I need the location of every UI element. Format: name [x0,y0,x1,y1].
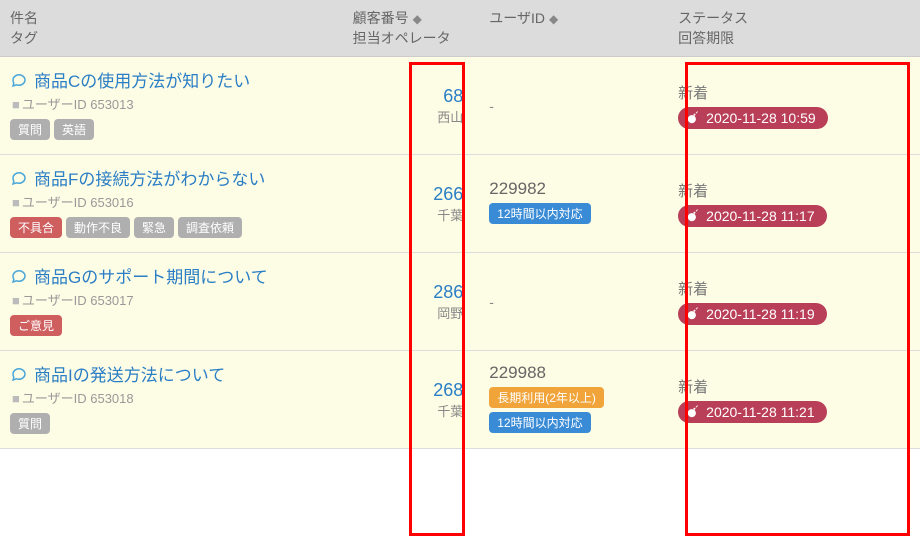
table-row[interactable]: 商品Iの発送方法について ■ユーザーID 653018 質問 268千葉 229988 長… [0,351,920,449]
header-title[interactable]: 件名 タグ [0,0,343,57]
user-id-empty: - [489,294,658,310]
tag[interactable]: 緊急 [134,217,174,238]
deadline-badge: 2020-11-28 11:21 [678,401,826,423]
customer-number[interactable]: 286 [353,282,464,303]
comment-icon [10,169,28,187]
comment-icon [10,71,28,89]
cell-title: 商品Iの発送方法について ■ユーザーID 653018 質問 [0,351,343,449]
bomb-icon [686,405,700,419]
comment-icon [10,365,28,383]
deadline-badge: 2020-11-28 11:19 [678,303,826,325]
cell-title: 商品Cの使用方法が知りたい ■ユーザーID 653013 質問英語 [0,57,343,155]
tag[interactable]: 質問 [10,413,50,434]
user-tag[interactable]: 長期利用(2年以上) [489,387,604,408]
user-tag[interactable]: 12時間以内対応 [489,203,590,224]
cell-customer: 268千葉 [343,351,480,449]
operator-name: 千葉 [353,205,464,224]
bomb-icon [686,209,700,223]
user-id-empty: - [489,98,658,114]
deadline-text: 2020-11-28 11:17 [706,208,814,224]
table-header-row: 件名 タグ 顧客番号◆ 担当オペレータ ユーザID◆ ステータス 回答期限 [0,0,920,57]
ticket-title-link[interactable]: 商品Cの使用方法が知りたい [34,67,250,92]
cell-user: 229988 長期利用(2年以上) 12時間以内対応 [479,351,668,449]
header-user[interactable]: ユーザID◆ [479,0,668,57]
bomb-icon [686,307,700,321]
deadline-text: 2020-11-28 11:19 [706,306,814,322]
tag[interactable]: 調査依頼 [178,217,242,238]
bomb-icon [686,111,700,125]
status-label: 新着 [678,180,910,201]
tag[interactable]: 動作不良 [66,217,130,238]
sort-icon[interactable]: ◆ [549,12,558,26]
customer-number[interactable]: 68 [353,86,464,107]
ticket-subinfo: ■ユーザーID 653017 [12,290,333,309]
user-id: 229988 [489,363,658,383]
cell-title: 商品Gのサポート期間について ■ユーザーID 653017 ご意見 [0,253,343,351]
operator-name: 千葉 [353,401,464,420]
table-row[interactable]: 商品Fの接続方法がわからない ■ユーザーID 653016 不具合動作不良緊急調査依… [0,155,920,253]
ticket-table: 件名 タグ 顧客番号◆ 担当オペレータ ユーザID◆ ステータス 回答期限 商品… [0,0,920,449]
deadline-text: 2020-11-28 11:21 [706,404,814,420]
deadline-badge: 2020-11-28 11:17 [678,205,826,227]
ticket-subinfo: ■ユーザーID 653018 [12,388,333,407]
cell-user: - [479,253,668,351]
tag[interactable]: 不具合 [10,217,62,238]
table-row[interactable]: 商品Cの使用方法が知りたい■ユーザーID 653013質問英語68西山-新着20… [0,57,920,155]
sort-icon[interactable]: ◆ [413,12,422,26]
status-label: 新着 [678,376,910,397]
tag[interactable]: 英語 [54,119,94,140]
cell-customer: 266千葉 [343,155,480,253]
ticket-title-link[interactable]: 商品Fの接続方法がわからない [34,165,265,190]
header-status[interactable]: ステータス 回答期限 [668,0,920,57]
user-tag[interactable]: 12時間以内対応 [489,412,590,433]
status-label: 新着 [678,82,910,103]
cell-customer: 286岡野 [343,253,480,351]
cell-user: 229982 12時間以内対応 [479,155,668,253]
cell-title: 商品Fの接続方法がわからない ■ユーザーID 653016 不具合動作不良緊急調査依… [0,155,343,253]
comment-icon [10,267,28,285]
cell-status: 新着 2020-11-28 11:21 [668,351,920,449]
ticket-subinfo: ■ユーザーID 653016 [12,192,333,211]
deadline-badge: 2020-11-28 10:59 [678,107,828,129]
tag[interactable]: 質問 [10,119,50,140]
table-row[interactable]: 商品Gのサポート期間について■ユーザーID 653017ご意見286岡野-新着2… [0,253,920,351]
deadline-text: 2020-11-28 10:59 [706,110,816,126]
header-customer[interactable]: 顧客番号◆ 担当オペレータ [343,0,480,57]
ticket-title-link[interactable]: 商品Iの発送方法について [34,361,225,386]
cell-status: 新着 2020-11-28 11:17 [668,155,920,253]
cell-status: 新着 2020-11-28 11:19 [668,253,920,351]
user-id: 229982 [489,179,658,199]
ticket-subinfo: ■ユーザーID 653013 [12,94,333,113]
operator-name: 岡野 [353,303,464,322]
cell-status: 新着 2020-11-28 10:59 [668,57,920,155]
status-label: 新着 [678,278,910,299]
customer-number[interactable]: 266 [353,184,464,205]
cell-customer: 68西山 [343,57,480,155]
cell-user: - [479,57,668,155]
operator-name: 西山 [353,107,464,126]
customer-number[interactable]: 268 [353,380,464,401]
ticket-title-link[interactable]: 商品Gのサポート期間について [34,263,268,288]
tag[interactable]: ご意見 [10,315,62,336]
